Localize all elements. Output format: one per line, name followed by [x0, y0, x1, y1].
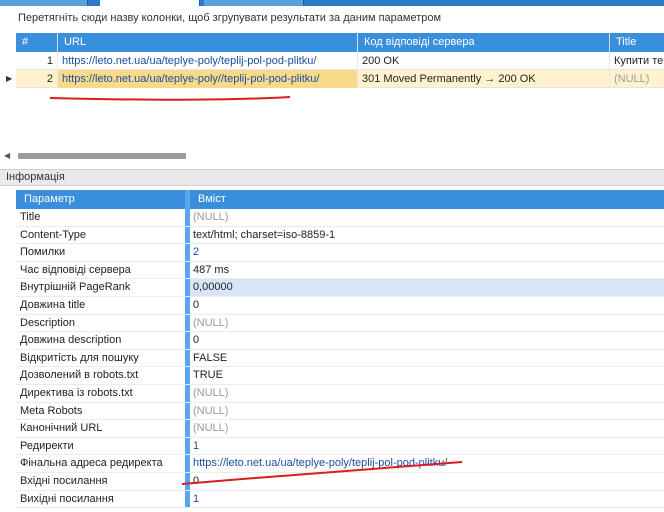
info-row[interactable]: Редиректи 1	[16, 437, 664, 456]
info-param-value: FALSE	[193, 351, 228, 364]
info-param-label: Канонічний URL	[16, 420, 190, 437]
info-param-label: Помилки	[16, 244, 190, 261]
info-param-label: Description	[16, 314, 190, 332]
row-status-code: 200 OK	[358, 52, 610, 70]
info-param-value: (NULL)	[193, 404, 229, 417]
info-param-value: (NULL)	[193, 316, 229, 329]
group-by-hint: Перетягніть сюди назву колонки, щоб згру…	[18, 12, 442, 24]
tab-3[interactable]	[204, 0, 304, 6]
info-param-value[interactable]: 2	[190, 244, 664, 261]
info-param-value: (NULL)	[193, 211, 229, 223]
info-param-label: Довжина description	[16, 332, 190, 349]
info-row[interactable]: Помилки 2	[16, 244, 664, 262]
scroll-left-icon[interactable]: ◀	[4, 151, 10, 161]
info-rows: Title (NULL) Content-Type text/html; charse…	[16, 209, 664, 509]
info-row[interactable]: Фінальна адреса редиректа https://leto.ne…	[16, 455, 664, 473]
row-pointer-icon: ▶	[6, 74, 13, 83]
col-title[interactable]: Title	[610, 33, 664, 52]
info-param-value[interactable]: 1	[190, 438, 664, 455]
info-row[interactable]: Meta Robots (NULL)	[16, 402, 664, 421]
info-param-value: 0	[193, 474, 200, 487]
info-grid-header: Параметр Вміст	[16, 190, 664, 209]
col-content[interactable]: Вміст	[190, 190, 664, 209]
info-param-label: Content-Type	[16, 226, 190, 244]
info-param-value: (NULL)	[193, 386, 229, 399]
results-grid: # URL Код відповіді сервера Title 1 http…	[0, 30, 664, 164]
info-param-value: 0	[193, 334, 200, 347]
info-row[interactable]: Довжина description 0	[16, 332, 664, 350]
info-param-value: (NULL)	[193, 422, 229, 435]
row-status-code: 301 Moved Permanently → 200 OK	[358, 70, 610, 88]
info-param-value[interactable]: https://leto.net.ua/ua/teplye-poly/tepli…	[190, 455, 664, 472]
tab-strip	[0, 0, 664, 6]
col-url[interactable]: URL	[58, 33, 358, 52]
info-row[interactable]: Title (NULL)	[16, 209, 664, 227]
info-row[interactable]: Content-Type text/html; charset=iso-8859-…	[16, 226, 664, 245]
info-param-value[interactable]: 1	[190, 491, 664, 508]
info-param-value: 0	[193, 298, 200, 311]
info-param-value: TRUE	[193, 369, 223, 382]
info-param-label: Meta Robots	[16, 402, 190, 420]
info-row[interactable]: Description (NULL)	[16, 314, 664, 333]
info-param-label: Довжина title	[16, 296, 190, 314]
table-row-selected[interactable]: 2 https://leto.net.ua/ua/teplye-poly//te…	[16, 70, 664, 88]
info-param-value: text/html; charset=iso-8859-1	[193, 228, 336, 241]
info-param-label: Відкритість для пошуку	[16, 349, 190, 367]
horizontal-scrollbar[interactable]: ◀	[0, 151, 664, 161]
results-grid-header: # URL Код відповіді сервера Title	[16, 33, 664, 52]
info-param-label: Title	[16, 209, 190, 226]
row-number: 1	[16, 52, 58, 70]
info-param-label: Вхідні посилання	[16, 472, 190, 490]
row-title: (NULL)	[614, 73, 650, 85]
info-row[interactable]: Вхідні посилання 0	[16, 472, 664, 491]
info-param-label: Директива із robots.txt	[16, 384, 190, 402]
info-row[interactable]: Директива із robots.txt (NULL)	[16, 384, 664, 403]
row-url[interactable]: https://leto.net.ua/ua/teplye-poly/tepli…	[58, 52, 358, 70]
info-param-label: Дозволений в robots.txt	[16, 367, 190, 384]
info-panel-title: Інформація	[0, 169, 664, 186]
info-row[interactable]: Дозволений в robots.txt TRUE	[16, 367, 664, 385]
info-param-value: 0,00000	[190, 279, 664, 296]
info-param-label: Внутрішній PageRank	[16, 279, 190, 296]
col-number[interactable]: #	[16, 33, 58, 52]
info-row[interactable]: Час відповіді сервера 487 ms	[16, 261, 664, 280]
info-row[interactable]: Відкритість для пошуку FALSE	[16, 349, 664, 368]
info-row[interactable]: Вихідні посилання 1	[16, 490, 664, 509]
info-param-label: Редиректи	[16, 437, 190, 455]
row-url[interactable]: https://leto.net.ua/ua/teplye-poly//tepl…	[58, 70, 358, 88]
info-grid: Параметр Вміст Title (NULL) Content-Type te…	[16, 190, 664, 509]
tab-1[interactable]	[0, 0, 88, 6]
table-row[interactable]: 1 https://leto.net.ua/ua/teplye-poly/tep…	[16, 52, 664, 70]
row-title: Купити тепл	[614, 55, 664, 67]
info-row[interactable]: Довжина title 0	[16, 296, 664, 315]
col-status-code[interactable]: Код відповіді сервера	[358, 33, 610, 52]
info-param-label: Вихідні посилання	[16, 490, 190, 508]
col-parameter[interactable]: Параметр	[16, 190, 190, 209]
info-row[interactable]: Внутрішній PageRank 0,00000	[16, 279, 664, 297]
tab-active[interactable]	[100, 0, 200, 6]
scroll-thumb[interactable]	[18, 153, 186, 159]
info-param-label: Фінальна адреса редиректа	[16, 455, 190, 472]
info-param-label: Час відповіді сервера	[16, 261, 190, 279]
info-param-value: 487 ms	[193, 263, 230, 276]
row-number: 2	[16, 70, 58, 88]
info-row[interactable]: Канонічний URL (NULL)	[16, 420, 664, 438]
